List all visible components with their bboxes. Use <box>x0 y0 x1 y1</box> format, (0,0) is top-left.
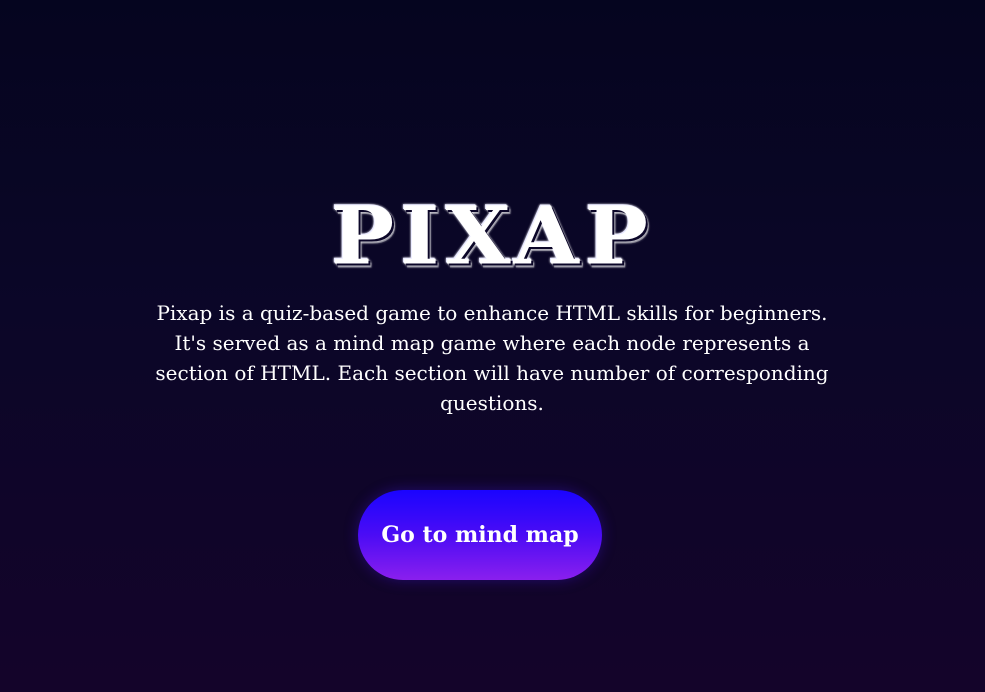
logo-text: PIXAP <box>331 188 654 283</box>
go-to-mind-map-button[interactable]: Go to mind map <box>358 490 602 580</box>
pixap-logo: PIXAP <box>0 194 985 278</box>
intro-description: Pixap is a quiz-based game to enhance HT… <box>155 301 829 415</box>
landing-page: PIXAP Pixap is a quiz-based game to enha… <box>0 0 985 692</box>
